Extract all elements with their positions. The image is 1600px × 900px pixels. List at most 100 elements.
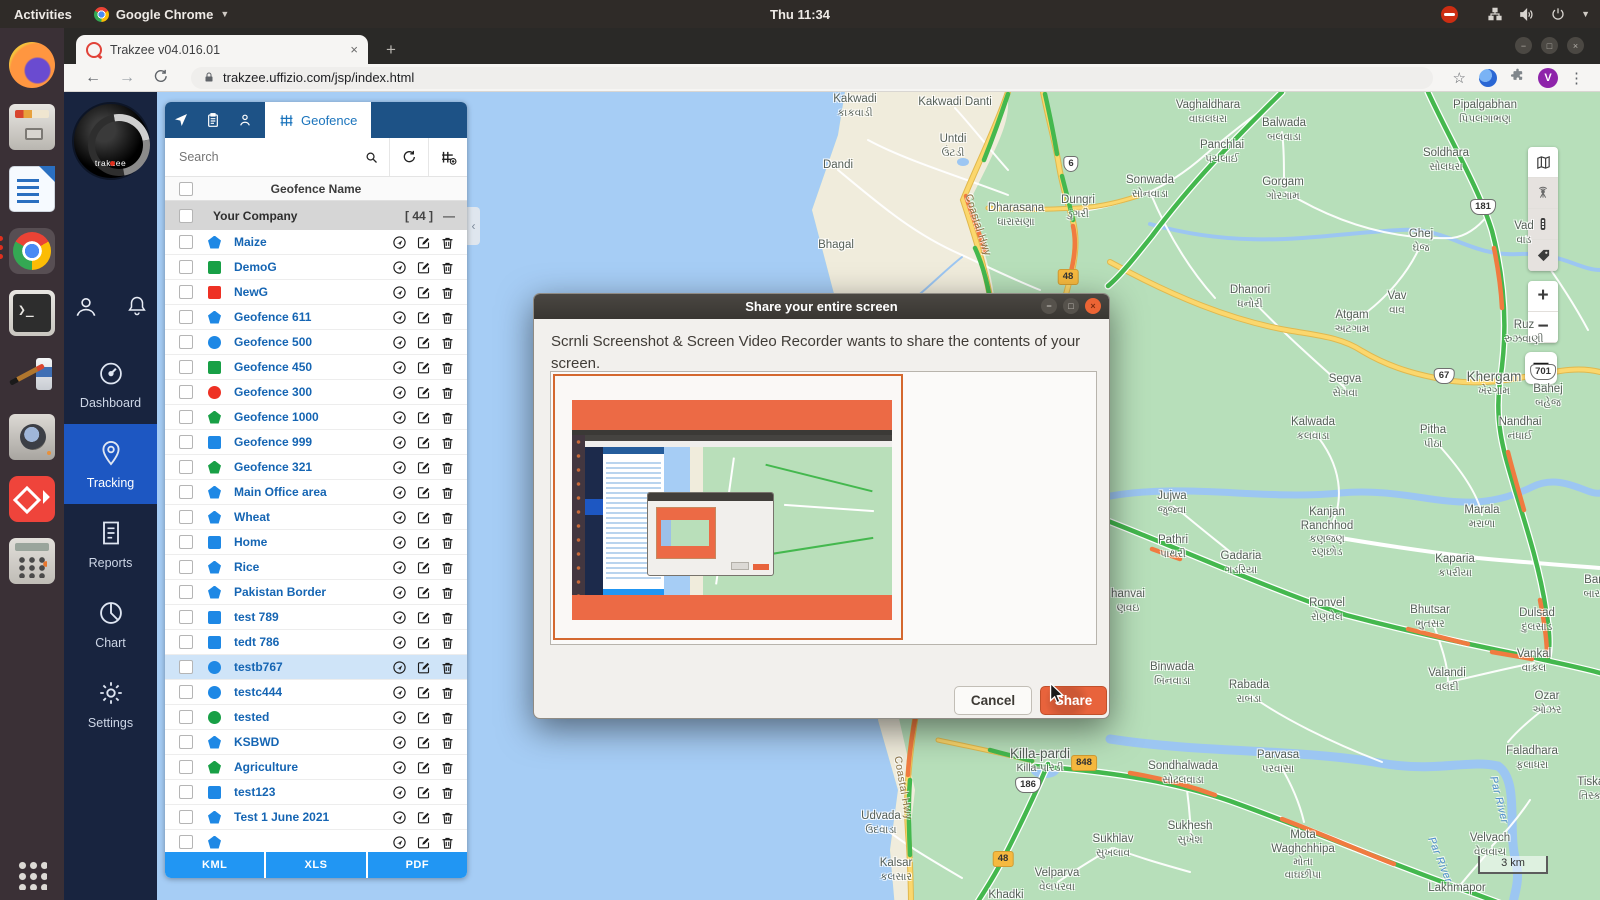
edit-icon[interactable] [416,510,431,525]
geofence-row[interactable]: Rice [165,555,467,580]
row-checkbox[interactable] [179,635,193,649]
xls-button[interactable]: XLS [266,852,366,878]
collapse-group-icon[interactable]: — [443,209,455,223]
row-checkbox[interactable] [179,260,193,274]
extension-icon[interactable] [1479,68,1497,87]
locate-icon[interactable] [392,385,407,400]
locate-icon[interactable] [392,360,407,375]
file-manager-icon[interactable] [9,104,55,150]
app-menu[interactable]: Google Chrome ▼ [93,6,229,22]
window-close-button[interactable]: × [1567,37,1584,54]
sidebar-item-settings[interactable]: Settings [64,664,157,744]
row-checkbox[interactable] [179,660,193,674]
geofence-row[interactable]: NewG [165,280,467,305]
browser-menu-icon[interactable]: ⋮ [1569,69,1584,87]
pdf-button[interactable]: PDF [367,852,467,878]
company-group-row[interactable]: Your Company [ 44 ] — [165,201,467,230]
row-checkbox[interactable] [179,460,193,474]
delete-icon[interactable] [440,660,455,675]
geofence-row[interactable]: Agriculture [165,755,467,780]
locate-icon[interactable] [392,660,407,675]
delete-icon[interactable] [440,310,455,325]
geofence-row[interactable]: tedt 786 [165,630,467,655]
locate-icon[interactable] [392,685,407,700]
clock[interactable]: Thu 11:34 [770,0,830,28]
edit-icon[interactable] [416,460,431,475]
delete-icon[interactable] [440,385,455,400]
delete-icon[interactable] [440,435,455,450]
edit-icon[interactable] [416,710,431,725]
sidebar-item-reports[interactable]: Reports [64,504,157,584]
delete-icon[interactable] [440,460,455,475]
extensions-puzzle-icon[interactable] [1510,68,1525,88]
edit-icon[interactable] [416,360,431,375]
sidebar-item-tracking[interactable]: Tracking [64,424,157,504]
group-checkbox[interactable] [179,208,193,223]
row-checkbox[interactable] [179,360,193,374]
geofence-row[interactable]: Maize [165,230,467,255]
geofence-row[interactable]: Geofence 300 [165,380,467,405]
delete-icon[interactable] [440,485,455,500]
edit-icon[interactable] [416,685,431,700]
locate-icon[interactable] [392,335,407,350]
edit-icon[interactable] [416,235,431,250]
edit-icon[interactable] [416,785,431,800]
row-checkbox[interactable] [179,385,193,399]
locate-icon[interactable] [392,635,407,650]
anydesk-icon[interactable] [9,476,55,522]
delete-icon[interactable] [440,410,455,425]
row-checkbox[interactable] [179,610,193,624]
geofence-row[interactable]: test 789 [165,605,467,630]
geofence-row[interactable]: Geofence 321 [165,455,467,480]
power-icon[interactable] [1550,6,1566,22]
google-chrome-icon[interactable] [0,228,55,274]
tab-poi[interactable] [229,102,261,138]
row-checkbox[interactable] [179,410,193,424]
search-icon[interactable] [364,150,379,165]
locate-icon[interactable] [392,485,407,500]
geofence-row[interactable]: Geofence 500 [165,330,467,355]
row-checkbox[interactable] [179,685,193,699]
edit-icon[interactable] [416,310,431,325]
geofence-row[interactable]: Pakistan Border [165,580,467,605]
edit-icon[interactable] [416,485,431,500]
locate-icon[interactable] [392,535,407,550]
locate-icon[interactable] [392,735,407,750]
locate-icon[interactable] [392,285,407,300]
geofence-row[interactable]: Geofence 1000 [165,405,467,430]
row-checkbox[interactable] [179,535,193,549]
row-checkbox[interactable] [179,735,193,749]
edit-icon[interactable] [416,810,431,825]
locate-icon[interactable] [392,260,407,275]
user-icon[interactable] [73,294,99,320]
delete-icon[interactable] [440,335,455,350]
search-input[interactable] [177,149,358,165]
edit-icon[interactable] [416,335,431,350]
delete-icon[interactable] [440,510,455,525]
tab-tracking[interactable] [165,102,197,138]
geofence-row[interactable]: KSBWD [165,730,467,755]
edit-icon[interactable] [416,560,431,575]
geofence-row[interactable]: Home [165,530,467,555]
locate-icon[interactable] [392,235,407,250]
geofence-row[interactable]: Geofence 450 [165,355,467,380]
row-checkbox[interactable] [179,510,193,524]
locate-icon[interactable] [392,710,407,725]
sidebar-item-chart[interactable]: Chart [64,584,157,664]
row-checkbox[interactable] [179,710,193,724]
tab-close-icon[interactable]: × [350,42,358,57]
locate-icon[interactable] [392,785,407,800]
edit-icon[interactable] [416,660,431,675]
locate-icon[interactable] [392,560,407,575]
edit-icon[interactable] [416,385,431,400]
row-checkbox[interactable] [179,835,193,849]
row-checkbox[interactable] [179,335,193,349]
activities-button[interactable]: Activities [14,7,72,22]
edit-icon[interactable] [416,410,431,425]
geofence-row[interactable]: Geofence 611 [165,305,467,330]
locate-icon[interactable] [392,510,407,525]
map-type-button[interactable] [1528,147,1558,178]
row-checkbox[interactable] [179,585,193,599]
screen-thumbnail-cell[interactable] [553,374,903,640]
edit-icon[interactable] [416,635,431,650]
